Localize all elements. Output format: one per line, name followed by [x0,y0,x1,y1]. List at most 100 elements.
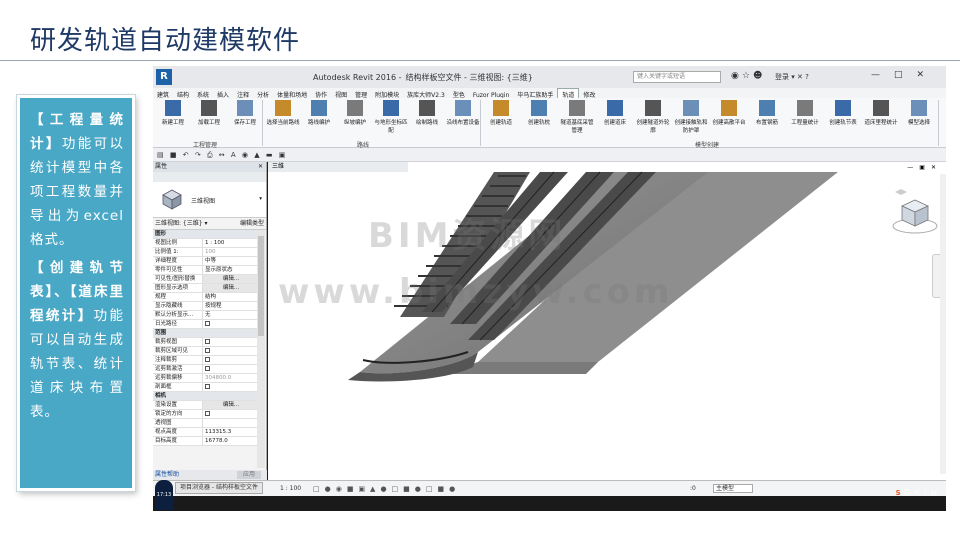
minimize-icon[interactable]: — [907,164,919,171]
checkbox[interactable] [205,357,210,362]
ribbon-tool-0-1[interactable]: 加载工程 [191,100,227,126]
property-value[interactable]: 100 [203,248,257,256]
properties-scrollbar[interactable] [257,230,265,468]
property-value[interactable]: 304800.0 [203,374,257,382]
tray-icons[interactable]: 英☼♪▤ [904,489,940,497]
checkbox[interactable] [205,321,210,326]
checkbox[interactable] [205,384,210,389]
edit-type-label: 编辑类型 [239,220,264,227]
apply-button[interactable]: 应用 [237,471,261,479]
ribbon-tool-2-5[interactable]: 创建接触轨和防护罩 [673,100,709,134]
checkbox[interactable] [205,348,210,353]
ribbon-tool-2-8[interactable]: 工程量统计 [787,100,823,126]
ribbon-tool-2-2[interactable]: 隧道基底采管管理 [559,100,595,134]
switch-window-icon[interactable]: ▣ [279,151,288,159]
ribbon-tool-1-0[interactable]: 选择当前路线 [265,100,301,126]
project-browser-tab[interactable]: 项目浏览器 - 结构样板空文件 [175,482,263,494]
open-icon[interactable]: ▤ [157,151,166,159]
property-value[interactable] [203,419,257,427]
thin-lines-icon[interactable]: ▬ [266,151,275,159]
system-tray[interactable]: S英☼♪▤ [896,488,940,498]
ribbon-tool-0-0[interactable]: 新建工程 [155,100,191,126]
property-checkbox[interactable] [203,365,257,373]
ribbon-tool-1-4[interactable]: 绘制路线 [409,100,445,126]
save-icon[interactable]: ■ [170,151,179,159]
scrollbar-thumb[interactable] [258,236,264,336]
close-icon[interactable]: ✕ [931,164,942,171]
ribbon-tool-2-6[interactable]: 创建高散平台 [711,100,747,126]
property-checkbox[interactable] [203,338,257,346]
restore-icon[interactable]: ▣ [919,164,931,171]
properties-help-link[interactable]: 属性帮助 [155,471,179,478]
titlebar-icons[interactable]: ◉☆☻ [731,71,765,81]
instance-selector[interactable]: 三维视图: {三维} ▾ 编辑类型 [153,218,266,230]
property-value[interactable]: 显示原状态 [203,266,257,274]
ribbon-tool-2-10[interactable]: 道床里程统计 [863,100,899,126]
ribbon-tool-2-3[interactable]: 创建道床 [597,100,633,126]
text-icon[interactable]: A [231,151,238,159]
property-checkbox[interactable] [203,410,257,418]
star-icon[interactable]: ☆ [742,71,753,81]
property-edit-button[interactable]: 编辑... [203,284,257,292]
view-tab[interactable]: 三维 [268,162,408,172]
type-selector[interactable]: 三维视图 ▾ [153,182,266,218]
input-method-icon[interactable]: S [896,489,904,497]
edit-type-button[interactable]: 编辑类型 [240,218,264,230]
view-control-icons[interactable]: □●◉■▣▲●□■●□■● [313,481,460,497]
ribbon-tool-0-2[interactable]: 保存工程 [227,100,263,126]
view-window-controls[interactable]: —▣✕ [907,164,942,171]
ribbon-tool-1-3[interactable]: 与地形坐标匹配 [373,100,409,134]
checkbox[interactable] [205,339,210,344]
ribbon-tool-2-9[interactable]: 创建轨节表 [825,100,861,126]
property-edit-button[interactable]: 编辑... [203,275,257,283]
redo-icon[interactable]: ↷ [195,151,203,159]
ribbon-tool-2-1[interactable]: 创建轨枕 [521,100,557,126]
ribbon-tool-icon [237,100,253,116]
property-value[interactable]: 中等 [203,257,257,265]
property-value[interactable]: 结构 [203,293,257,301]
property-value[interactable]: 按规程 [203,302,257,310]
property-checkbox[interactable] [203,347,257,355]
maximize-icon[interactable]: □ [894,70,917,80]
revit-logo-icon[interactable]: R [156,69,172,85]
ribbon-tool-1-2[interactable]: 纵坡编护 [337,100,373,126]
measure-icon[interactable]: ↔ [219,151,227,159]
search-input[interactable]: 键入关键字或短语 [633,71,721,83]
undo-icon[interactable]: ↶ [183,151,191,159]
minimize-icon[interactable]: — [871,70,894,80]
property-value[interactable]: 无 [203,311,257,319]
ribbon-tool-2-0[interactable]: 创建轨道 [483,100,519,126]
ribbon-tool-2-4[interactable]: 创建隧道外轮廓 [635,100,671,134]
3d-viewport[interactable]: —▣✕ BIM资源网 www.bimzyw.com [268,162,946,480]
checkbox[interactable] [205,411,210,416]
login-button[interactable]: 登录 ▾ ✕ ? [775,72,809,82]
property-value[interactable]: 113315.3 [203,428,257,436]
ribbon-tool-2-11[interactable]: 模型选择 [901,100,937,126]
checkbox[interactable] [205,366,210,371]
3d-view-icon[interactable]: ◉ [242,151,250,159]
property-edit-button[interactable]: 编辑... [203,401,257,409]
property-checkbox[interactable] [203,356,257,364]
user-icon[interactable]: ☻ [753,71,765,81]
close-icon[interactable]: ✕ [916,70,938,80]
ribbon-tool-test[interactable]: 测试 [945,100,946,126]
print-icon[interactable]: ⎙ [207,151,215,159]
instance-selector-label: 三维视图: {三维} [155,220,203,227]
section-icon[interactable]: ▲ [254,151,261,159]
viewport-scrollbar[interactable] [940,174,946,474]
close-icon[interactable]: ✕ [258,162,263,172]
binoculars-icon[interactable]: ◉ [731,71,742,81]
chevron-down-icon[interactable]: ▾ [259,196,262,202]
quick-access-toolbar[interactable]: ▤ ■ ↶ ↷ ⎙ ↔ A ◉ ▲ ▬ ▣ [153,148,946,162]
ribbon-tool-2-7[interactable]: 布置钢筋 [749,100,785,126]
main-model-selector[interactable]: 主模型 [713,484,753,493]
ribbon-tool-1-1[interactable]: 路线编护 [301,100,337,126]
view-scale[interactable]: 1 : 100 [280,481,301,497]
ribbon-tool-1-5[interactable]: 沿线布置设备 [445,100,481,126]
viewcube-icon[interactable] [890,188,940,238]
property-checkbox[interactable] [203,320,257,328]
help-icon[interactable]: ? [805,73,809,81]
property-value[interactable]: 16778.0 [203,437,257,445]
property-value[interactable]: 1 : 100 [203,239,257,247]
property-checkbox[interactable] [203,383,257,391]
